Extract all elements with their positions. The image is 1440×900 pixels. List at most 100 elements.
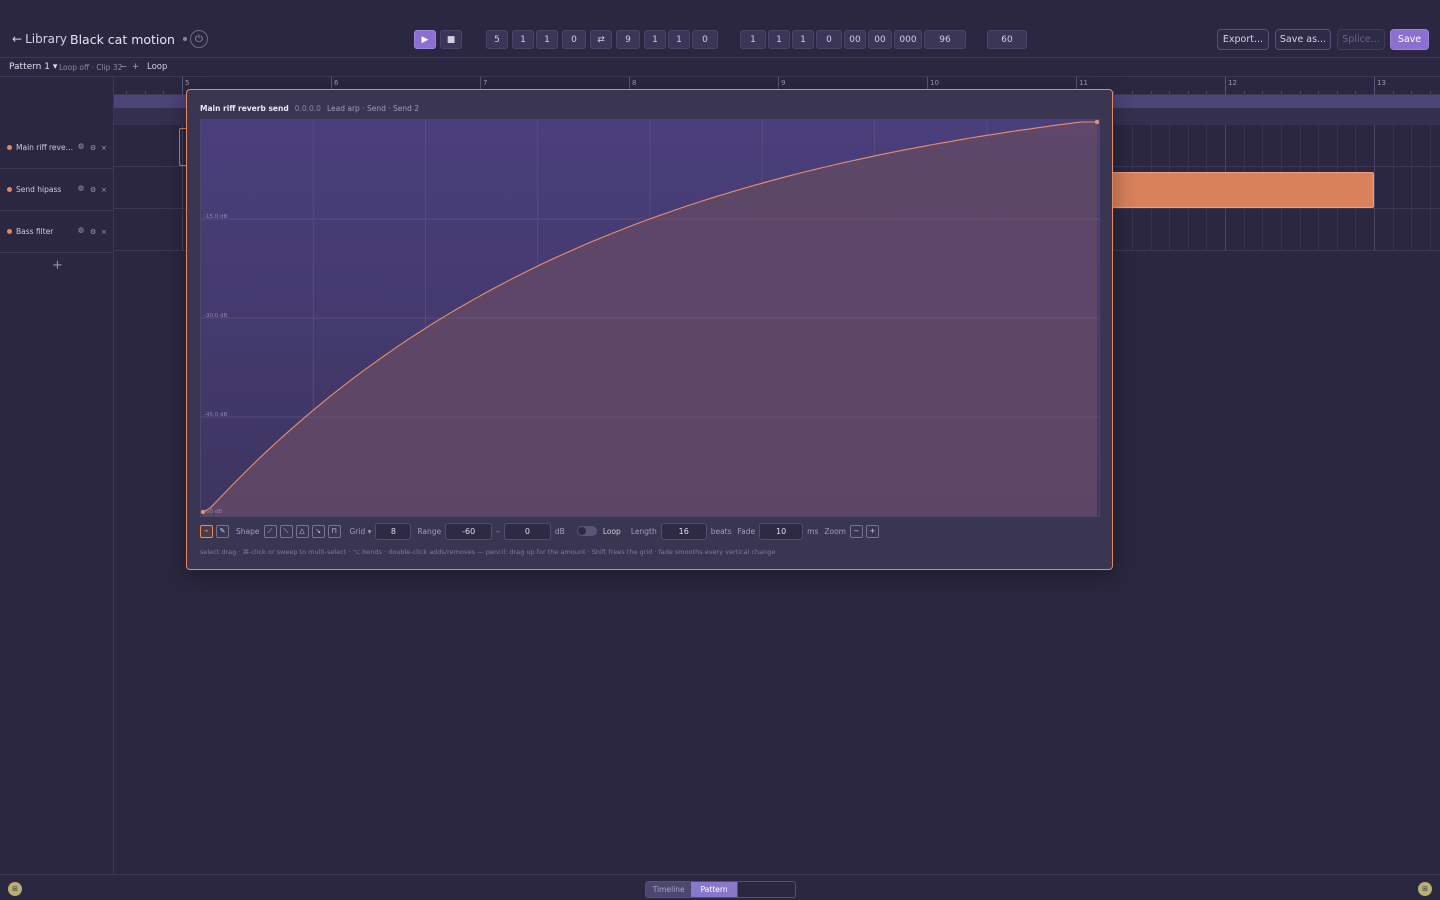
ruler-tick bbox=[1280, 91, 1282, 94]
ruler-tick bbox=[144, 91, 146, 94]
settings-icon[interactable]: ⚙ bbox=[90, 186, 96, 194]
ruler-tick bbox=[1318, 91, 1320, 94]
length-unit: beats bbox=[710, 526, 732, 536]
fade-label: Fade bbox=[737, 526, 756, 536]
select-tool-button[interactable]: ⌖ bbox=[200, 524, 213, 538]
loop-toggle[interactable] bbox=[576, 526, 597, 536]
play-button[interactable]: ▶ bbox=[414, 30, 436, 49]
loop-toggle-button[interactable]: ⇄ bbox=[590, 30, 612, 49]
zoom-label: Zoom bbox=[824, 526, 846, 536]
export-button[interactable]: Export... bbox=[1217, 29, 1269, 50]
ppq-field[interactable]: 96 bbox=[924, 30, 966, 49]
library-back-button[interactable]: ← Library bbox=[12, 30, 67, 48]
track-row[interactable]: Send hipass ◍ ⚙ × bbox=[0, 169, 114, 211]
play-icon: ▶ bbox=[421, 34, 429, 45]
editor-hint-text: select drag · ⌘-click or sweep to multi-… bbox=[200, 548, 776, 556]
settings-icon[interactable]: ⚙ bbox=[90, 144, 96, 152]
zoom-in-icon: + bbox=[869, 527, 876, 535]
y-label: -30.0 dB bbox=[204, 313, 227, 319]
square-icon: ⊓ bbox=[331, 527, 337, 535]
remove-track-icon[interactable]: × bbox=[101, 144, 107, 152]
track-name: Bass filter bbox=[16, 227, 54, 236]
ruler-tick bbox=[1131, 91, 1133, 94]
position-hours-field[interactable]: 00 bbox=[844, 30, 866, 49]
track-color-dot bbox=[7, 187, 12, 192]
pattern-selector[interactable]: Pattern 1 ▾ bbox=[9, 62, 57, 72]
range-unit: dB bbox=[554, 526, 565, 536]
splice-button[interactable]: Splice... bbox=[1337, 29, 1385, 50]
mute-icon[interactable]: ◍ bbox=[78, 184, 84, 192]
track-list: Main riff reverb send ◍ ⚙ × Send hipass … bbox=[0, 77, 114, 874]
shape-square-button[interactable]: ⊓ bbox=[327, 524, 341, 538]
pencil-tool-button[interactable]: ✎ bbox=[216, 524, 229, 538]
loop-start-sixteenth-field[interactable]: 1 bbox=[536, 30, 558, 49]
tab-pattern[interactable]: Pattern bbox=[691, 882, 737, 897]
range-max-input[interactable]: 0 bbox=[503, 522, 551, 540]
stop-button[interactable]: ■ bbox=[440, 30, 462, 49]
remove-track-icon[interactable]: × bbox=[101, 186, 107, 194]
track-name: Main riff reverb send bbox=[16, 143, 74, 152]
ruler-tick bbox=[1429, 91, 1431, 94]
loop-end-tick-field[interactable]: 0 bbox=[692, 30, 718, 49]
loop-icon: ⇄ bbox=[597, 34, 605, 45]
ruler-bar: 12 bbox=[1225, 77, 1237, 95]
automation-clip[interactable] bbox=[1112, 172, 1374, 208]
remove-track-icon[interactable]: × bbox=[101, 228, 107, 236]
loop-info-text: Loop off · Clip 32 bbox=[59, 62, 123, 72]
zoom-out-button[interactable]: − bbox=[120, 62, 127, 72]
add-track-button[interactable]: + bbox=[52, 258, 63, 273]
ruler-bar: 13 bbox=[1374, 77, 1386, 95]
loop-button[interactable]: Loop bbox=[147, 62, 167, 72]
y-label: -60 dB bbox=[204, 509, 222, 515]
track-row[interactable]: Bass filter ◍ ⚙ × bbox=[0, 211, 114, 253]
lane-gridline bbox=[1411, 125, 1413, 251]
save-button[interactable]: Save bbox=[1390, 29, 1429, 50]
shape-triangle-button[interactable]: △ bbox=[295, 524, 309, 538]
automation-curve-svg[interactable]: -15.0 dB -30.0 dB -45.0 dB -60 dB bbox=[201, 120, 1099, 516]
mute-icon[interactable]: ◍ bbox=[78, 142, 84, 150]
range-min-input[interactable]: -60 bbox=[445, 522, 493, 540]
ruler-tick bbox=[1411, 91, 1413, 94]
shape-decay-button[interactable]: ↘ bbox=[311, 524, 325, 538]
zoom-in-button[interactable]: + bbox=[132, 62, 139, 72]
position-beat-field[interactable]: 1 bbox=[768, 30, 790, 49]
loop-start-tick-field[interactable]: 0 bbox=[562, 30, 586, 49]
power-button[interactable]: ⏻ bbox=[190, 30, 208, 48]
bottom-bar: ⊞ Timeline Pattern ⊞ bbox=[0, 874, 1440, 900]
position-millis-field[interactable]: 000 bbox=[894, 30, 922, 49]
shape-ramp-up-button[interactable]: ⟋ bbox=[263, 524, 277, 538]
settings-icon[interactable]: ⚙ bbox=[90, 228, 96, 236]
loop-start-beat-field[interactable]: 1 bbox=[512, 30, 534, 49]
position-tick-field[interactable]: 0 bbox=[816, 30, 842, 49]
loop-start-bar-field[interactable]: 5 bbox=[486, 30, 508, 49]
right-panel-toggle-icon[interactable]: ⊞ bbox=[1418, 882, 1432, 896]
editor-zoom-out-button[interactable]: − bbox=[849, 524, 863, 538]
position-bar-field[interactable]: 1 bbox=[740, 30, 766, 49]
mute-icon[interactable]: ◍ bbox=[78, 226, 84, 234]
fade-input[interactable]: 10 bbox=[759, 522, 804, 540]
tab-empty[interactable] bbox=[736, 882, 795, 897]
loop-end-beat-field[interactable]: 1 bbox=[644, 30, 666, 49]
range-label: Range bbox=[417, 526, 442, 536]
save-as-button[interactable]: Save as... bbox=[1275, 29, 1331, 50]
position-minutes-field[interactable]: 00 bbox=[868, 30, 892, 49]
track-color-dot bbox=[7, 145, 12, 150]
automation-curve-canvas[interactable]: -15.0 dB -30.0 dB -45.0 dB -60 dB bbox=[200, 119, 1100, 517]
shape-label: Shape bbox=[236, 526, 260, 536]
tab-timeline[interactable]: Timeline bbox=[646, 882, 692, 897]
grid-selector[interactable]: Grid ▾ bbox=[350, 527, 372, 536]
length-input[interactable]: 16 bbox=[660, 522, 707, 540]
shape-ramp-down-button[interactable]: ⟍ bbox=[279, 524, 293, 538]
loop-end-bar-field[interactable]: 9 bbox=[616, 30, 640, 49]
document-title[interactable]: Black cat motion bbox=[70, 30, 187, 48]
library-label: Library bbox=[25, 32, 68, 46]
left-panel-toggle-icon[interactable]: ⊞ bbox=[8, 882, 22, 896]
loop-end-sixteenth-field[interactable]: 1 bbox=[668, 30, 690, 49]
tempo-field[interactable]: 60 bbox=[987, 30, 1027, 49]
grid-value-input[interactable]: 8 bbox=[375, 522, 412, 540]
track-row[interactable]: Main riff reverb send ◍ ⚙ × bbox=[0, 127, 114, 169]
editor-title: Main riff reverb send bbox=[200, 104, 289, 113]
position-sixteenth-field[interactable]: 1 bbox=[792, 30, 814, 49]
ruler-bar: 5 bbox=[182, 77, 189, 95]
editor-zoom-in-button[interactable]: + bbox=[865, 524, 879, 538]
